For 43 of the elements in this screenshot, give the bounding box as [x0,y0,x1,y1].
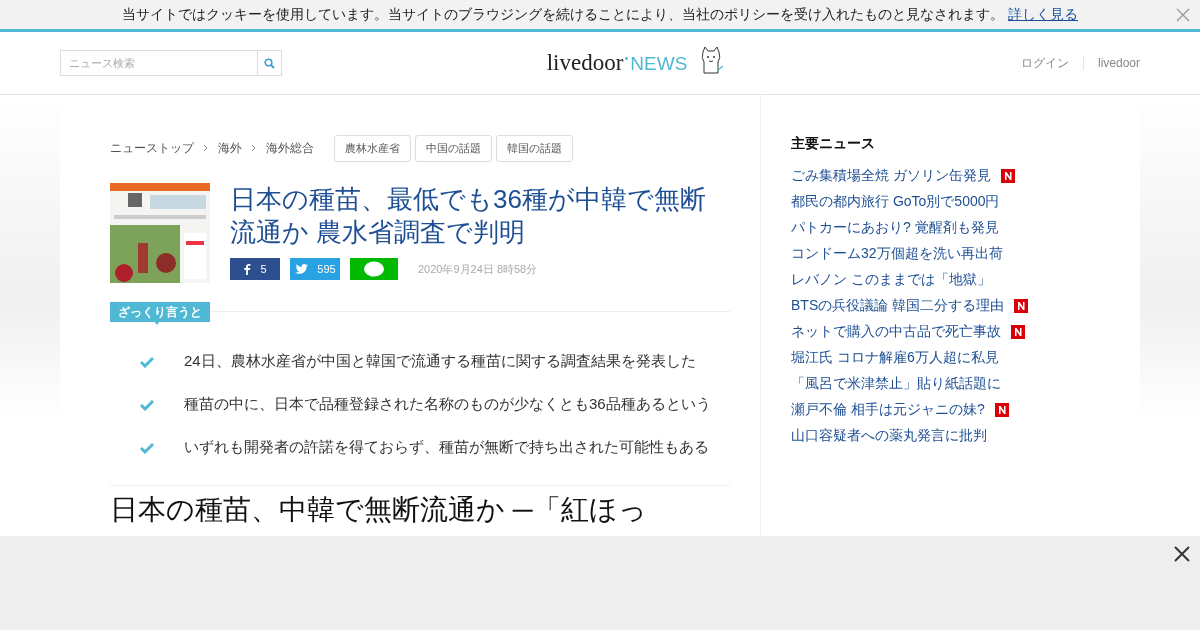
nav-link[interactable]: livedoor [1082,56,1140,70]
summary-point: 24日、農林水産省が中国と韓国で流通する種苗に関する調査結果を発表した [184,352,696,371]
publish-date: 2020年9月24日 8時58分 [418,261,538,277]
search-icon [264,57,275,69]
chevron-icon [251,144,257,152]
facebook-share-button[interactable]: 5 [230,258,280,280]
close-icon[interactable] [1174,546,1190,562]
chevron-icon [203,144,209,152]
news-link[interactable]: 山口容疑者への薬丸発言に批判 [791,427,987,445]
news-link[interactable]: コンドーム32万個超を洗い再出荷 [791,245,1003,263]
check-icon [140,441,154,454]
search-button[interactable] [257,50,282,76]
breadcrumb-link[interactable]: ニューストップ [110,139,194,157]
topic-tag[interactable]: 中国の話題 [415,134,492,162]
news-link[interactable]: レバノン このままでは「地獄」 [791,271,991,289]
twitter-bird-icon [294,263,310,275]
breadcrumb-link[interactable]: 海外総合 [266,139,314,157]
check-icon [140,355,154,368]
topic-tag[interactable]: 農林水産省 [334,134,411,162]
sidebar-title: 主要ニュース [791,135,876,153]
news-link[interactable]: パトカーにあおり? 覚醒剤も発見 [791,219,999,237]
nav-link[interactable]: ログイン [1020,54,1069,72]
topic-tag[interactable]: 韓国の話題 [496,134,573,162]
news-link[interactable]: ネットで購入の中古品で死亡事故 [791,323,1001,341]
search-field[interactable]: ニュース検索 [60,50,257,76]
summary-point: いずれも開発者の許諾を得ておらず、種苗が無断で持ち出された可能性もある [184,438,709,457]
details-link[interactable]: 詳しく見る [1008,5,1078,24]
news-link[interactable]: 瀬戸不倫 相手は元ジャニの妹? [791,401,985,419]
cookie-message: 当サイトではクッキーを使用しています。当サイトのブラウジングを続けることにより、当社のポリシーを受け入れたものと見なされます。 [122,5,1004,24]
check-icon [140,398,154,411]
line-bubble-icon [364,260,384,278]
news-link[interactable]: ごみ集積場全焼 ガソリン缶発見 [791,167,991,185]
news-link[interactable]: BTSの兵役議論 韓国二分する理由 [791,297,1005,315]
logo-brand[interactable]: livedoor [546,51,624,80]
line-share-button[interactable] [350,258,398,280]
breadcrumb-link[interactable]: 海外 [218,139,242,157]
summary-point: 種苗の中に、日本で品種登録された名称のものが少なくとも36品種あるという [184,395,711,414]
news-link[interactable]: 堀江氏 コロナ解雇6万人超に私見 [791,349,999,367]
news-link[interactable]: 「風呂で米津禁止」貼り紙話題に [791,375,1001,393]
news-link[interactable]: 都民の都内旅行 GoTo別で5000円 [791,193,1000,211]
article-heading: 日本の種苗、中韓で無断流通か ─「紅ほっ [110,494,648,526]
article-title: 日本の種苗、最低でも36種が中韓で無断流通か 農水省調査で判明 [230,183,707,248]
facebook-icon [243,263,253,275]
